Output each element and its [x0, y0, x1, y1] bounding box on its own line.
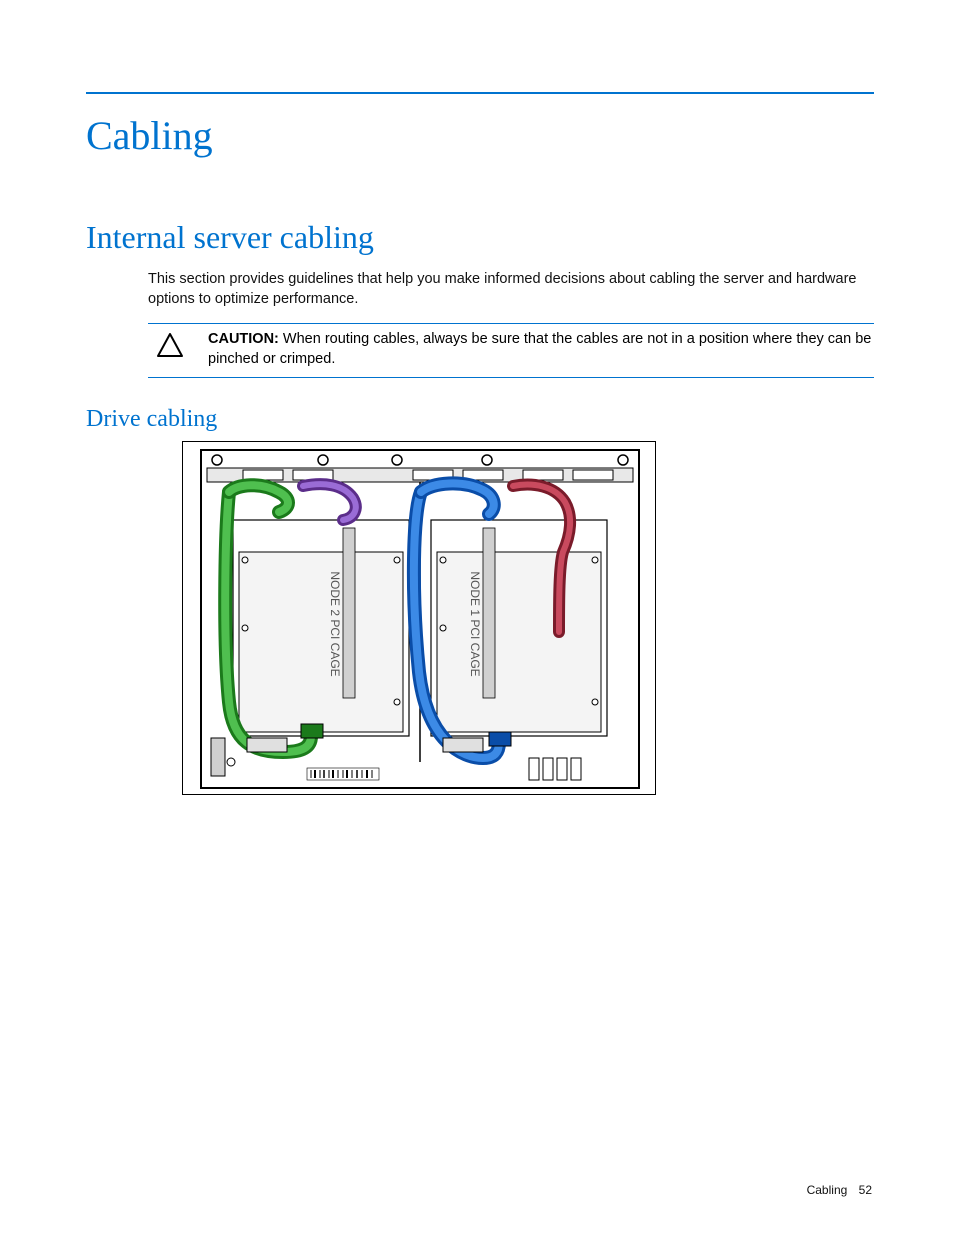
page-footer: Cabling 52 [807, 1183, 872, 1197]
caution-body: When routing cables, always be sure that… [208, 331, 871, 367]
caution-triangle-icon [156, 332, 184, 358]
caution-label: CAUTION: [208, 331, 279, 347]
section-heading-internal-server-cabling: Internal server cabling [86, 219, 874, 256]
intro-paragraph: This section provides guidelines that he… [148, 270, 874, 309]
diagram-label-node-1: NODE 1 PCI CAGE [468, 572, 482, 677]
barcode-icon [307, 768, 379, 780]
caution-callout: CAUTION: When routing cables, always be … [148, 323, 874, 378]
diagram-svg: NODE 2 PCI CAGE NODE 1 PCI CAGE [183, 442, 657, 796]
footer-section-name: Cabling [807, 1183, 848, 1197]
subsection-heading-drive-cabling: Drive cabling [86, 406, 874, 433]
page-title: Cabling [86, 112, 874, 159]
caution-text: CAUTION: When routing cables, always be … [208, 330, 874, 369]
footer-page-number: 52 [859, 1183, 872, 1197]
diagram-label-node-2: NODE 2 PCI CAGE [328, 572, 342, 677]
drive-cabling-diagram: NODE 2 PCI CAGE NODE 1 PCI CAGE [182, 441, 656, 795]
top-horizontal-rule [86, 92, 874, 94]
